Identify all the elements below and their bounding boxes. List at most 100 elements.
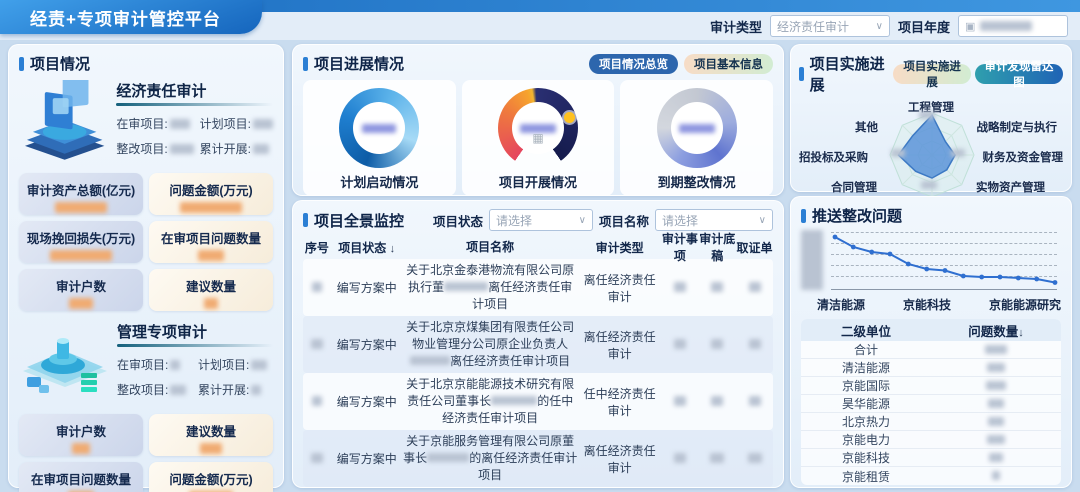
- panel-rectification: 推送整改问题 清洁能源 京能科技 京能能源研究 二级单位 问题数量↓: [790, 196, 1072, 488]
- stat-rectify: 整改项目:: [117, 381, 192, 398]
- table-row[interactable]: 京能租赁: [801, 467, 1061, 485]
- audit-type-label: 审计类型: [710, 17, 762, 36]
- panel-monitor: 项目全景监控 项目状态 请选择 ∨ 项目名称 请选择 ∨ 序号 项目状态 ↓ 项…: [292, 200, 784, 488]
- stat-card: 审计户数: [19, 269, 143, 311]
- monitor-title-text: 项目全景监控: [314, 210, 404, 231]
- trend-line-svg: [831, 232, 1059, 290]
- filter-placeholder: 请选择: [496, 212, 532, 229]
- chevron-down-icon: ∨: [876, 21, 883, 32]
- stat-card-label: 现场挽回损失(万元): [19, 228, 143, 247]
- panel-implementation: 项目实施进展 项目实施进展 审计发现雷达图 工程管理 其他 战略制定与执行 招投…: [790, 44, 1072, 192]
- gauge-due-rectification[interactable]: 到期整改情况: [620, 80, 773, 196]
- title-bar-icon: [799, 67, 804, 81]
- panel-progress: 项目进展情况 项目情况总览 项目基本信息 计划启动情况 ▦: [292, 44, 784, 196]
- stat-cumulative: 累计开展:: [200, 140, 273, 157]
- implementation-title-text: 项目实施进展: [810, 53, 894, 95]
- tab-project-basic-info[interactable]: 项目基本信息: [684, 54, 773, 74]
- table-row[interactable]: 清洁能源: [801, 359, 1061, 377]
- redacted-value: [204, 298, 218, 309]
- stat-card-label: 建议数量: [149, 276, 273, 295]
- col-issue-count[interactable]: 问题数量↓: [931, 321, 1061, 340]
- stat-in-audit: 在审项目:: [117, 356, 192, 373]
- stat-card: 审计户数: [19, 414, 143, 456]
- table-row[interactable]: 编写方案中 关于北京金泰港物流有限公司原执行董离任经济责任审计项目 离任经济责任…: [303, 259, 773, 316]
- redacted-value: [200, 443, 222, 454]
- radar-axis-label: 战略制定与执行: [977, 119, 1058, 135]
- section-economic-audit: 经济责任审计 在审项目: 计划项目: 整改项目: 累计开展:: [19, 80, 273, 166]
- stat-card: 在审项目问题数量: [149, 221, 273, 263]
- tab-audit-radar[interactable]: 审计发现雷达图: [975, 64, 1063, 84]
- gauge-project-开展[interactable]: ▦ 项目开展情况: [462, 80, 615, 196]
- tab-project-overview[interactable]: 项目情况总览: [589, 54, 678, 74]
- redacted-value: [55, 202, 107, 213]
- redacted-radar-value: [919, 111, 935, 119]
- x-label: 清洁能源: [817, 296, 865, 313]
- stat-planned: 计划项目:: [198, 356, 273, 373]
- chevron-down-icon: ∨: [759, 215, 766, 226]
- monitor-table-body: 编写方案中 关于北京金泰港物流有限公司原执行董离任经济责任审计项目 离任经济责任…: [303, 259, 773, 487]
- x-label: 京能能源研究: [989, 296, 1061, 313]
- col-type: 审计类型: [578, 239, 662, 256]
- rectification-table: 二级单位 问题数量↓ 合计 清洁能源 京能国际 昊华能源 北京热力 京能电力 京…: [801, 319, 1061, 485]
- tab-impl-progress[interactable]: 项目实施进展: [893, 64, 971, 84]
- table-row[interactable]: 昊华能源: [801, 395, 1061, 413]
- progress-title: 项目进展情况: [303, 53, 404, 74]
- filter-name-select[interactable]: 请选择 ∨: [655, 209, 773, 231]
- radar-axis-label: 财务及资金管理: [983, 149, 1064, 165]
- gauge-marker-dot: [564, 112, 575, 123]
- title-bar-icon: [19, 57, 24, 71]
- project-overview-title: 项目情况: [19, 53, 273, 74]
- monitor-title: 项目全景监控: [303, 210, 404, 231]
- calendar-icon: ▣: [965, 20, 975, 33]
- stat-card: 问题金额(万元): [149, 173, 273, 215]
- stat-card-label: 建议数量: [149, 421, 273, 440]
- radar-axis-label: 合同管理: [831, 179, 877, 195]
- table-row[interactable]: 京能国际: [801, 377, 1061, 395]
- implementation-title: 项目实施进展: [799, 53, 893, 95]
- table-row[interactable]: 北京热力: [801, 413, 1061, 431]
- trend-x-labels: 清洁能源 京能科技 京能能源研究: [801, 296, 1061, 313]
- stat-card: 建议数量: [149, 269, 273, 311]
- stat-cumulative: 累计开展:: [198, 381, 273, 398]
- redacted-value: [50, 250, 112, 261]
- stat-in-audit: 在审项目:: [116, 115, 193, 132]
- table-row[interactable]: 编写方案中 关于北京京煤集团有限责任公司物业管理分公司原企业负责人离任经济责任审…: [303, 316, 773, 373]
- panel-project-overview: 项目情况 经济责任审计 在审项目: 计划项目: 整改项目: 累计开展: [8, 44, 284, 488]
- stat-card-label: 问题金额(万元): [149, 180, 273, 199]
- audit-type-select[interactable]: 经济责任审计 ∨: [770, 15, 890, 37]
- gauge-cards: 计划启动情况 ▦ 项目开展情况 到期整改情况: [303, 80, 773, 196]
- project-year-label: 项目年度: [898, 17, 950, 36]
- table-row[interactable]: 合计: [801, 341, 1061, 359]
- sort-desc-icon: ↓: [1018, 327, 1024, 339]
- stat-card: 在审项目问题数量: [19, 462, 143, 492]
- redacted-y-axis: [801, 230, 823, 290]
- project-year-input[interactable]: ▣: [958, 15, 1068, 37]
- audit-type-value: 经济责任审计: [777, 18, 849, 35]
- table-row[interactable]: 京能科技: [801, 449, 1061, 467]
- redacted-gauge-value: [679, 124, 715, 133]
- sort-desc-icon: ↓: [390, 243, 396, 255]
- rectification-title: 推送整改问题: [801, 205, 1061, 226]
- col-unit: 二级单位: [801, 321, 931, 340]
- trend-chart: [801, 230, 1061, 294]
- stat-card-label: 审计户数: [19, 421, 143, 440]
- monitor-table-header: 序号 项目状态 ↓ 项目名称 审计类型 审计事项 审计底稿 取证单: [303, 235, 773, 259]
- title-bar-icon: [801, 209, 806, 223]
- heading-underline: [116, 103, 273, 106]
- special-audit-heading: 管理专项审计: [117, 321, 273, 342]
- economic-audit-stats: 在审项目: 计划项目: 整改项目: 累计开展:: [116, 115, 273, 157]
- header-controls: 审计类型 经济责任审计 ∨ 项目年度 ▣: [710, 15, 1068, 37]
- chevron-down-icon: ∨: [579, 215, 586, 226]
- x-label: 京能科技: [903, 296, 951, 313]
- filter-status-select[interactable]: 请选择 ∨: [489, 209, 593, 231]
- table-row[interactable]: 编写方案中 关于北京京能能源技术研究有限责任公司董事长的任中经济责任审计项目 任…: [303, 373, 773, 430]
- table-row[interactable]: 编写方案中 关于京能服务管理有限公司原董事长的离任经济责任审计项目 离任经济责任…: [303, 430, 773, 487]
- stat-card: 建议数量: [149, 414, 273, 456]
- redacted-radar-value: [951, 149, 965, 157]
- col-evidence: 取证单: [736, 239, 773, 256]
- col-status[interactable]: 项目状态 ↓: [331, 239, 403, 256]
- table-row[interactable]: 京能电力: [801, 431, 1061, 449]
- project-overview-title-text: 项目情况: [30, 53, 90, 74]
- gauge-plan-start[interactable]: 计划启动情况: [303, 80, 456, 196]
- economic-audit-heading: 经济责任审计: [116, 80, 273, 101]
